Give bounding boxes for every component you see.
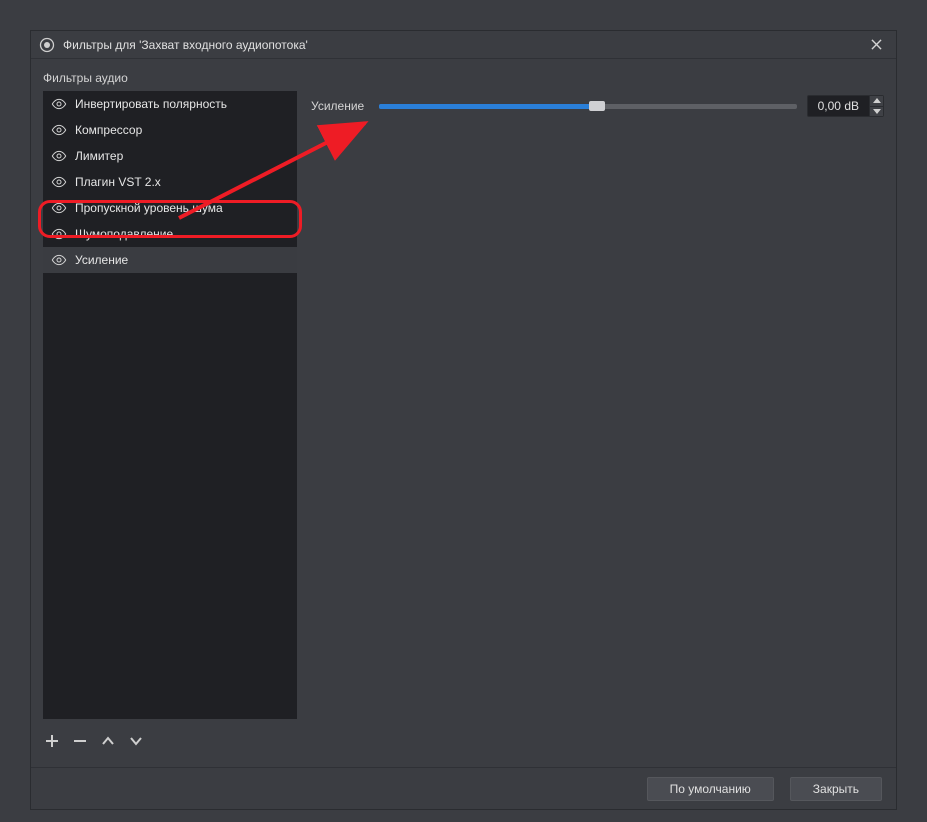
filter-item-label: Пропускной уровень шума xyxy=(75,201,223,215)
titlebar: Фильтры для 'Захват входного аудиопотока… xyxy=(31,31,896,59)
eye-icon[interactable] xyxy=(51,148,67,164)
filter-item-label: Шумоподавление xyxy=(75,227,173,241)
eye-icon[interactable] xyxy=(51,174,67,190)
gain-value[interactable]: 0,00 dB xyxy=(808,96,869,116)
eye-icon[interactable] xyxy=(51,122,67,138)
filter-list[interactable]: Инвертировать полярность Компрессор Лими… xyxy=(43,91,297,719)
filter-item-limiter[interactable]: Лимитер xyxy=(43,143,297,169)
dialog-footer: По умолчанию Закрыть xyxy=(31,767,896,809)
close-button[interactable]: Закрыть xyxy=(790,777,882,801)
gain-step-up[interactable] xyxy=(870,96,883,107)
eye-icon[interactable] xyxy=(51,96,67,112)
dialog-body: Фильтры аудио Инвертировать полярность К… xyxy=(31,59,896,767)
window-title: Фильтры для 'Захват входного аудиопотока… xyxy=(63,38,864,52)
remove-filter-button[interactable] xyxy=(71,732,89,750)
gain-label: Усиление xyxy=(311,99,369,113)
filters-section-label: Фильтры аудио xyxy=(43,71,884,85)
filters-dialog: Фильтры для 'Захват входного аудиопотока… xyxy=(30,30,897,810)
filter-item-gain[interactable]: Усиление xyxy=(43,247,297,273)
eye-icon[interactable] xyxy=(51,200,67,216)
gain-slider[interactable] xyxy=(379,104,797,109)
gain-spinbox[interactable]: 0,00 dB xyxy=(807,95,884,117)
filter-item-noise-gate[interactable]: Пропускной уровень шума xyxy=(43,195,297,221)
add-filter-button[interactable] xyxy=(43,732,61,750)
gain-slider-fill xyxy=(379,104,597,109)
gain-spin-buttons xyxy=(869,96,883,116)
app-icon xyxy=(39,37,55,53)
eye-icon[interactable] xyxy=(51,226,67,242)
move-filter-up-button[interactable] xyxy=(99,732,117,750)
close-icon[interactable] xyxy=(864,33,888,57)
gain-setting-row: Усиление 0,00 dB xyxy=(311,95,884,117)
gain-slider-handle[interactable] xyxy=(589,101,605,111)
move-filter-down-button[interactable] xyxy=(127,732,145,750)
filter-toolbar xyxy=(43,727,884,755)
main-row: Инвертировать полярность Компрессор Лими… xyxy=(43,91,884,719)
filter-item-compressor[interactable]: Компрессор xyxy=(43,117,297,143)
filter-item-label: Компрессор xyxy=(75,123,142,137)
filter-item-label: Усиление xyxy=(75,253,128,267)
filter-item-noise-suppression[interactable]: Шумоподавление xyxy=(43,221,297,247)
defaults-button[interactable]: По умолчанию xyxy=(647,777,774,801)
eye-icon[interactable] xyxy=(51,252,67,268)
filter-item-invert-polarity[interactable]: Инвертировать полярность xyxy=(43,91,297,117)
filter-item-label: Лимитер xyxy=(75,149,123,163)
gain-step-down[interactable] xyxy=(870,107,883,117)
filter-item-label: Инвертировать полярность xyxy=(75,97,227,111)
settings-panel: Усиление 0,00 dB xyxy=(311,91,884,719)
filter-item-vst-plugin[interactable]: Плагин VST 2.x xyxy=(43,169,297,195)
filter-item-label: Плагин VST 2.x xyxy=(75,175,161,189)
